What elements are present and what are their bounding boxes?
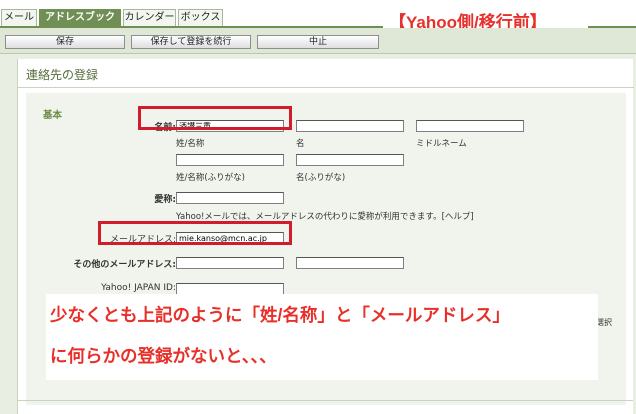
first-name-kana-caption: 名(ふりがな) <box>296 173 346 183</box>
nickname-input[interactable] <box>176 192 284 204</box>
other-email-label: その他のメールアドレス: <box>73 260 176 270</box>
tab-calendar[interactable]: カレンダー <box>123 9 176 27</box>
title-divider <box>18 87 634 88</box>
other-email-input-2[interactable] <box>296 257 404 269</box>
last-name-caption: 姓/名称 <box>176 139 205 149</box>
yahoo-id-label: Yahoo! JAPAN ID: <box>101 283 176 293</box>
email-highlight-box <box>98 221 292 245</box>
first-name-input[interactable] <box>296 120 404 132</box>
other-email-input-1[interactable] <box>176 257 284 269</box>
first-name-caption: 名 <box>296 139 305 149</box>
annotation-line-1: 少なくとも上記のように「姓/名称」と「メールアドレス」 <box>50 305 510 325</box>
last-name-kana-caption: 姓/名称(ふりがな) <box>176 173 245 183</box>
last-name-kana-input[interactable] <box>176 154 284 166</box>
first-name-kana-input[interactable] <box>296 154 404 166</box>
tab-addressbook[interactable]: アドレスブック <box>39 9 121 27</box>
nickname-label: 愛称: <box>154 195 176 205</box>
annotation-overlay: 少なくとも上記のように「姓/名称」と「メールアドレス」 に何らかの登録がないと、… <box>46 294 598 380</box>
cut-off-label: 選択 <box>596 318 612 327</box>
tab-mail[interactable]: メール <box>1 9 37 27</box>
toolbar: 保存 保存して登録を続行 中止 <box>0 28 636 54</box>
save-button[interactable]: 保存 <box>5 35 125 49</box>
annotation-line-2: に何らかの登録がないと、、、 <box>50 346 277 366</box>
middle-name-input[interactable] <box>416 120 524 132</box>
middle-name-caption: ミドルネーム <box>416 139 467 149</box>
bottom-divider <box>17 400 633 401</box>
name-highlight-box <box>138 106 292 130</box>
section-basic: 基本 <box>43 110 63 121</box>
page-title: 連絡先の登録 <box>26 68 99 82</box>
save-and-continue-button[interactable]: 保存して登録を続行 <box>131 35 251 49</box>
tab-box[interactable]: ボックス <box>178 9 223 27</box>
cancel-button[interactable]: 中止 <box>257 35 379 49</box>
